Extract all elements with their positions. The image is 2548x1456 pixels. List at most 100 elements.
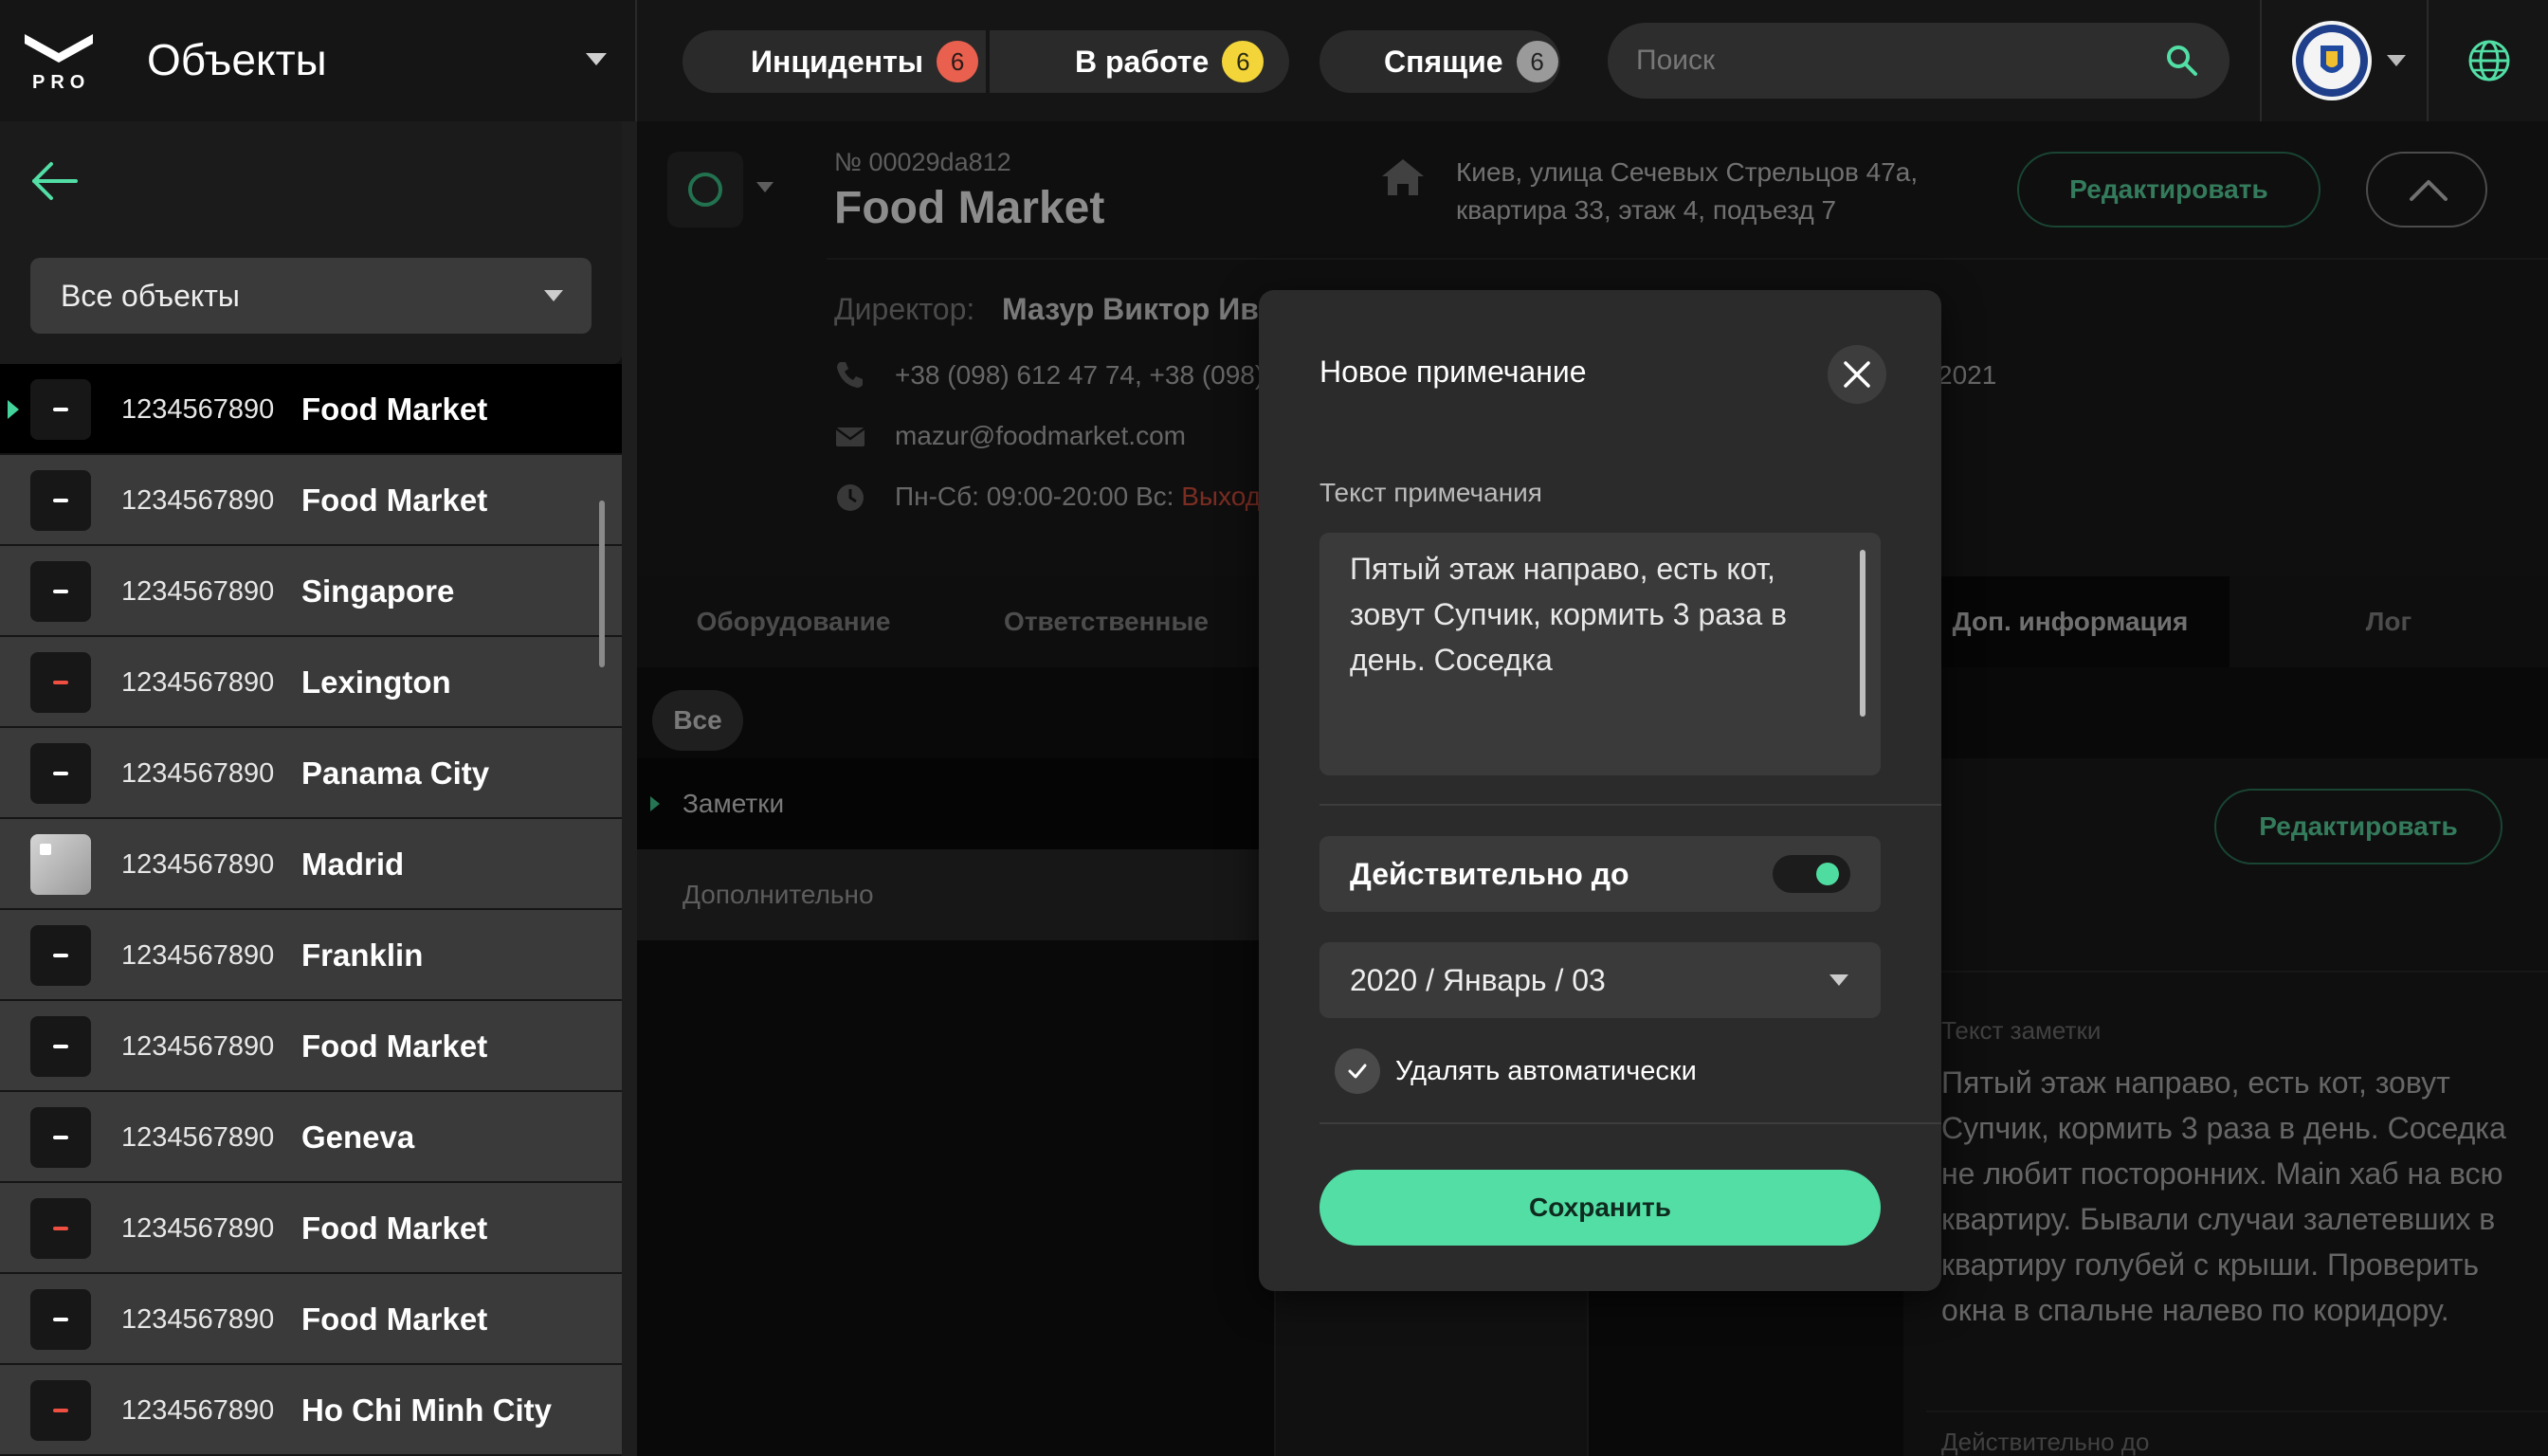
note-field-label: Текст примечания [1320,478,1542,507]
object-name: Food Market [301,1028,488,1064]
in-work-badge: 6 [1222,41,1265,82]
status-mark [53,1136,68,1139]
object-number: 1234567890 [121,1304,275,1335]
list-item[interactable]: 1234567890 Food Market [0,455,622,546]
list-item[interactable]: 1234567890 Geneva [0,1092,622,1183]
brand-area: PRO Объекты [0,0,637,121]
search-box[interactable] [1608,23,2230,99]
emblem-icon [2296,25,2368,97]
list-item[interactable]: 1234567890 Food Market [0,1274,622,1365]
object-name: Singapore [301,573,455,609]
close-icon [1844,361,1870,388]
note-scrollbar[interactable] [1860,550,1866,717]
in-work-counter[interactable]: В работе 6 [990,30,1289,93]
object-name: Panama City [301,755,490,791]
sidebar: Все объекты 1234567890 Food Market 1234567… [0,121,622,1456]
objects-title[interactable]: Объекты [147,34,327,85]
object-number: 1234567890 [121,1031,275,1062]
language-switch[interactable] [2427,0,2548,121]
chevron-down-icon [544,290,563,301]
sidebar-scrollbar[interactable] [599,500,605,667]
object-name: Geneva [301,1119,415,1155]
sleeping-counter[interactable]: Спящие 6 [1320,30,1560,93]
chevron-down-icon[interactable] [586,53,607,65]
list-item[interactable]: 1234567890 Food Market [0,1183,622,1274]
object-name: Food Market [301,482,488,518]
list-item[interactable]: 1234567890 Lexington [0,637,622,728]
object-number: 1234567890 [121,667,275,698]
object-number: 1234567890 [121,849,275,880]
status-mark [53,1227,68,1230]
object-list[interactable]: 1234567890 Food Market 1234567890 Food Mark… [0,364,622,1456]
object-status-icon [30,925,91,986]
object-name: Ho Chi Minh City [301,1392,552,1428]
sidebar-header: Все объекты [0,121,622,364]
search-icon[interactable] [2163,42,2201,80]
object-name: Food Market [301,1210,488,1246]
status-mark [53,590,68,593]
user-menu[interactable] [2260,0,2427,121]
search-input[interactable] [1636,42,2148,80]
save-button[interactable]: Сохранить [1320,1170,1881,1246]
avatar[interactable] [2292,21,2372,100]
object-name: Madrid [301,846,405,882]
new-note-dialog: Новое примечание Текст примечания Пятый … [1259,290,1941,1291]
object-status-icon [30,470,91,531]
chevron-down-icon [1829,974,1848,986]
status-mark [53,408,68,411]
list-item[interactable]: 1234567890 Panama City [0,728,622,819]
list-item[interactable]: 1234567890 Madrid [0,819,622,910]
object-name: Food Market [301,391,488,427]
valid-until-toggle[interactable] [1773,855,1850,893]
object-number: 1234567890 [121,1122,275,1153]
incidents-label: Инциденты [751,44,924,79]
object-status-icon [30,1198,91,1259]
object-number: 1234567890 [121,485,275,516]
object-status-icon [30,379,91,440]
back-arrow-icon[interactable] [28,159,80,203]
pro-label: PRO [32,72,91,93]
list-item[interactable]: 1234567890 Food Market [0,364,622,455]
object-name: Franklin [301,937,424,973]
status-mark [53,1045,68,1048]
top-bar: PRO Объекты Инциденты 6 В работе 6 Спящи… [0,0,2548,121]
date-select[interactable]: 2020 / Январь / 03 [1320,942,1881,1018]
status-mark [53,1409,68,1412]
auto-delete-label: Удалять автоматически [1395,1056,1697,1086]
toggle-knob [1816,863,1839,885]
in-work-label: В работе [1075,44,1210,79]
object-number: 1234567890 [121,1213,275,1244]
sleeping-label: Спящие [1384,44,1503,79]
incidents-counter[interactable]: Инциденты 6 [682,30,986,93]
status-mark [53,954,68,957]
objects-filter-select[interactable]: Все объекты [30,258,592,334]
divider [1320,804,1941,806]
object-photo [30,834,91,895]
object-name: Lexington [301,664,451,700]
globe-icon[interactable] [2466,38,2512,83]
incidents-badge: 6 [937,41,979,82]
status-mark [53,1318,68,1321]
valid-until-label: Действительно до [1350,857,1629,891]
check-icon [1348,1064,1367,1079]
object-number: 1234567890 [121,940,275,971]
valid-until-row: Действительно до [1320,836,1881,912]
list-item[interactable]: 1234567890 Singapore [0,546,622,637]
status-mark [53,499,68,502]
object-number: 1234567890 [121,576,275,607]
close-button[interactable] [1828,345,1886,404]
selected-marker-icon [8,400,19,419]
list-item[interactable]: 1234567890 Food Market [0,1001,622,1092]
chevron-down-icon[interactable] [2387,55,2406,66]
object-status-icon [30,1380,91,1441]
note-textarea[interactable]: Пятый этаж направо, есть кот, зовут Супч… [1350,546,1843,764]
note-field[interactable]: Пятый этаж направо, есть кот, зовут Супч… [1320,533,1881,775]
list-item[interactable]: 1234567890 Franklin [0,910,622,1001]
auto-delete-checkbox[interactable] [1335,1048,1380,1094]
object-status-icon [30,1107,91,1168]
object-status-icon [30,1289,91,1350]
status-mark [53,681,68,684]
status-mark [40,844,51,855]
list-item[interactable]: 1234567890 Ho Chi Minh City [0,1365,622,1456]
date-value: 2020 / Январь / 03 [1350,963,1606,997]
